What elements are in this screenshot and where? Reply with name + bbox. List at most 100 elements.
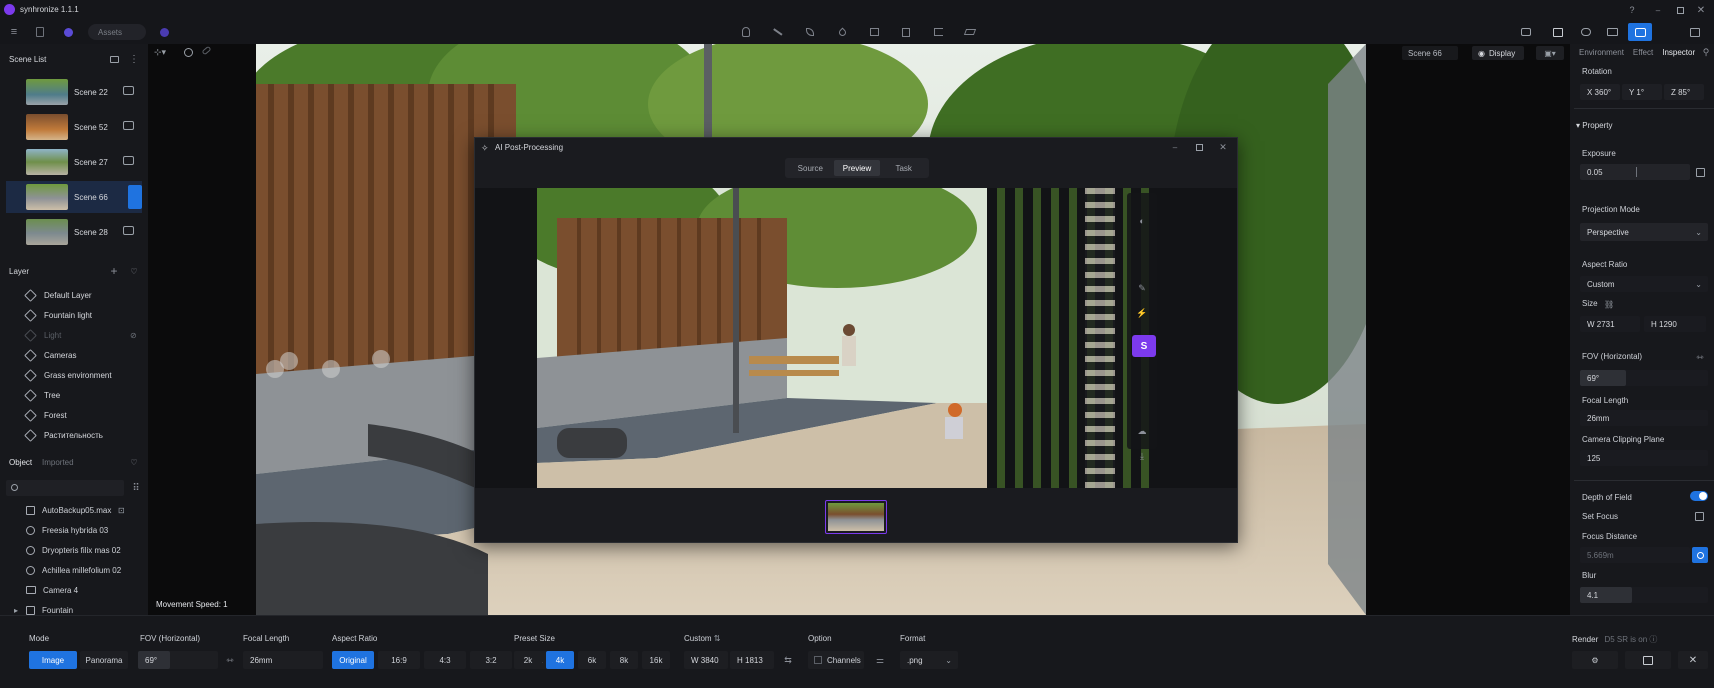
exposure-field[interactable]: 0.05 <box>1580 164 1690 180</box>
compare-icon[interactable]: ◐ <box>1134 213 1150 229</box>
object-tab[interactable]: Object <box>9 458 32 467</box>
camera-settings-icon[interactable] <box>1518 24 1534 40</box>
object-item[interactable]: Camera 4 <box>26 581 78 599</box>
rotation-y-field[interactable]: Y 1° <box>1622 84 1662 100</box>
tab-environment[interactable]: Environment <box>1579 48 1624 57</box>
property-section[interactable]: ▾ Property <box>1576 121 1612 130</box>
assets-button[interactable]: Assets <box>88 24 146 40</box>
hidden-eye-icon[interactable]: ⊘ <box>130 331 137 340</box>
ai-engine-icon[interactable]: S <box>1132 335 1156 357</box>
aspect-ratio-option[interactable]: 3:2 <box>470 651 512 669</box>
drop-icon[interactable] <box>834 24 850 40</box>
path-tool-icon[interactable] <box>770 24 786 40</box>
grid-tool-icon[interactable] <box>898 24 914 40</box>
exposure-slider-handle[interactable] <box>1636 167 1637 177</box>
scene-item[interactable]: Scene 52 <box>6 111 142 143</box>
preset-size-option[interactable]: 6k <box>578 651 606 669</box>
camera-icon[interactable] <box>123 86 134 95</box>
swap-dimensions-icon[interactable]: ⇆ <box>780 652 796 668</box>
hamburger-menu-icon[interactable]: ≡ <box>6 24 22 40</box>
camera-icon[interactable] <box>123 226 134 235</box>
rotation-z-field[interactable]: Z 85° <box>1664 84 1704 100</box>
tab-inspector[interactable]: Inspector <box>1662 48 1695 57</box>
aspect-ratio-select[interactable]: Custom ⌄ <box>1580 276 1708 292</box>
channels-checkbox[interactable] <box>814 656 822 664</box>
camera-icon[interactable] <box>128 185 142 209</box>
fov-link-icon[interactable]: ⇿ <box>222 652 238 668</box>
preview-thumbnail[interactable] <box>825 500 887 534</box>
tab-source[interactable]: Source <box>787 160 834 176</box>
scene-badge[interactable]: Scene 66 <box>1402 46 1458 60</box>
leaf-icon[interactable] <box>802 24 818 40</box>
add-layer-icon[interactable]: + <box>106 263 122 279</box>
sparkle-pen-icon[interactable]: ✎ <box>1134 280 1150 296</box>
lock-icon[interactable]: ⊡ <box>118 506 125 515</box>
preset-size-option[interactable]: 2k <box>514 651 542 669</box>
render-close-button[interactable]: ✕ <box>1678 651 1708 669</box>
preset-size-option[interactable]: 16k <box>642 651 670 669</box>
layers-icon[interactable] <box>962 24 978 40</box>
color-sphere-icon[interactable] <box>156 24 172 40</box>
render-output-icon[interactable] <box>1687 24 1703 40</box>
download-icon[interactable]: ⤓ <box>1134 448 1150 464</box>
object-item[interactable]: Achillea millefolium 02 <box>26 561 121 579</box>
preset-size-option[interactable]: 8k <box>610 651 638 669</box>
object-item[interactable]: Dryopteris filix mas 02 <box>26 541 121 559</box>
pin-icon[interactable]: ⚲ <box>1698 44 1714 60</box>
custom-height-field[interactable]: H 1813 <box>730 651 774 669</box>
dialog-minimize-icon[interactable]: – <box>1167 139 1183 155</box>
layer-filter-icon[interactable]: ♡ <box>126 263 142 279</box>
focus-distance-field[interactable]: 5.669m <box>1580 547 1690 563</box>
custom-width-field[interactable]: W 3840 <box>684 651 728 669</box>
size-lock-icon[interactable]: ⛓ <box>1604 300 1614 309</box>
fov-link-icon[interactable]: ⇿ <box>1692 349 1708 365</box>
aspect-ratio-option[interactable]: 16:9 <box>378 651 420 669</box>
layer-item[interactable]: Cameras <box>24 346 76 364</box>
help-icon[interactable]: ? <box>1624 2 1640 18</box>
layer-item[interactable]: Default Layer <box>24 286 92 304</box>
dof-toggle[interactable] <box>1690 491 1708 501</box>
aspect-ratio-option[interactable]: Original <box>332 651 374 669</box>
focal-length-field[interactable]: 26mm <box>1580 410 1708 426</box>
display-dropdown[interactable]: ◉ Display <box>1472 46 1524 60</box>
globe-icon[interactable] <box>184 48 193 57</box>
projection-mode-select[interactable]: Perspective ⌄ <box>1580 223 1708 241</box>
monitor-icon[interactable] <box>1604 24 1620 40</box>
scene-item[interactable]: Scene 66 <box>6 181 142 213</box>
size-width-field[interactable]: W 2731 <box>1580 316 1640 332</box>
bottom-focal-field[interactable]: 26mm <box>243 651 323 669</box>
exposure-auto-icon[interactable] <box>1692 164 1708 180</box>
object-item[interactable]: AutoBackup05.max ⊡ <box>26 501 125 519</box>
scene-item[interactable]: Scene 27 <box>6 146 142 178</box>
camera-view-dropdown[interactable]: ▣▾ <box>1536 46 1564 60</box>
layer-item[interactable]: Grass environment <box>24 366 112 384</box>
render-settings-button[interactable]: ⚙ <box>1572 651 1618 669</box>
object-search-field[interactable] <box>6 480 124 496</box>
light-marker-icon[interactable] <box>280 352 298 370</box>
object-item[interactable]: Freesia hybrida 03 <box>26 521 108 539</box>
transform-tool-button[interactable]: ⊹▾ <box>154 47 174 59</box>
scene-item[interactable]: Scene 28 <box>6 216 142 248</box>
aspect-ratio-option[interactable]: 4:3 <box>424 651 466 669</box>
box-icon[interactable] <box>866 24 882 40</box>
light-marker-icon[interactable] <box>322 360 340 378</box>
target-icon[interactable] <box>1691 508 1707 524</box>
tab-preview[interactable]: Preview <box>833 160 881 176</box>
layer-item[interactable]: Fountain light <box>24 306 92 324</box>
preset-size-option[interactable]: 4k <box>546 651 574 669</box>
dialog-maximize-icon[interactable] <box>1191 139 1207 155</box>
camera-mode-button[interactable] <box>1628 23 1652 41</box>
minimize-icon[interactable]: – <box>1650 2 1666 18</box>
cloud-upload-icon[interactable]: ☁ <box>1134 423 1150 439</box>
export-icon[interactable] <box>1550 24 1566 40</box>
layer-item[interactable]: Light ⊘ <box>24 326 137 344</box>
rotation-x-field[interactable]: X 360° <box>1580 84 1620 100</box>
render-queue-button[interactable] <box>1625 651 1671 669</box>
sphere-icon[interactable] <box>60 24 76 40</box>
cloud-render-icon[interactable] <box>1578 24 1594 40</box>
grid-view-icon[interactable]: ⠿ <box>128 480 144 496</box>
more-options-icon[interactable]: ⋮ <box>126 51 142 67</box>
magic-wand-icon[interactable]: ⚡ <box>1134 305 1150 321</box>
bottom-fov-field[interactable]: 69° <box>138 651 218 669</box>
channels-settings-icon[interactable]: ⚌ <box>872 652 888 668</box>
